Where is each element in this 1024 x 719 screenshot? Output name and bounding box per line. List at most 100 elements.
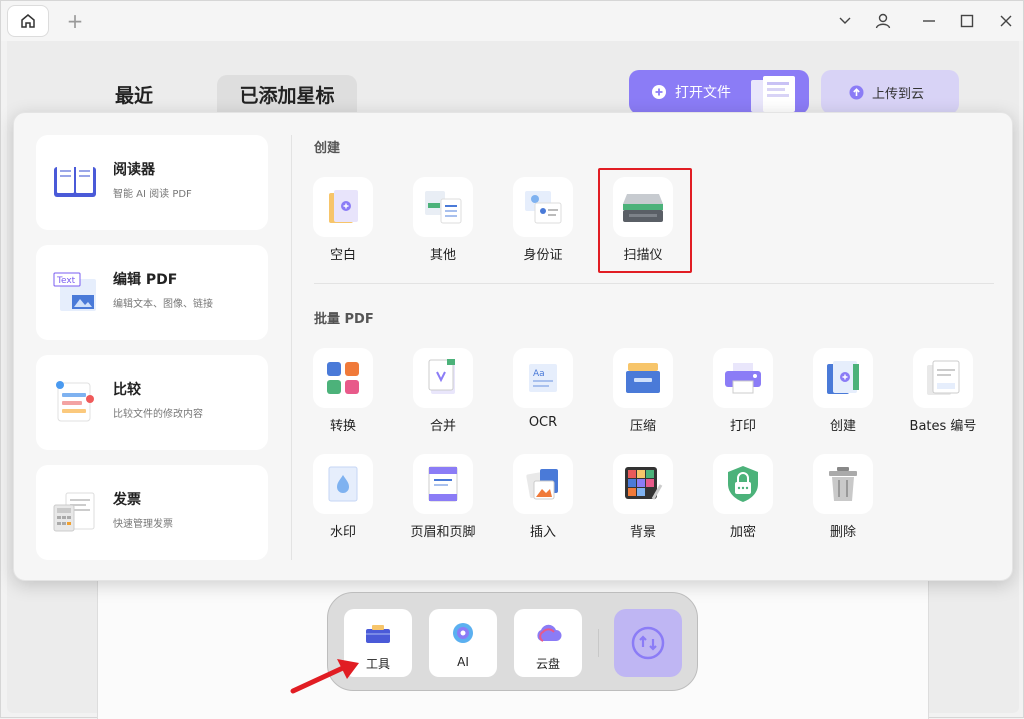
title-bar: + <box>1 1 1023 41</box>
open-file-button[interactable]: 打开文件 <box>629 70 809 114</box>
compress-icon <box>613 348 673 408</box>
background-palette-icon <box>613 454 673 514</box>
watermark-icon <box>313 454 373 514</box>
dock-label: 云盘 <box>535 657 560 671</box>
card-subtitle: 比较文件的修改内容 <box>113 409 203 420</box>
bottom-dock: 工具 AI 云盘 <box>327 592 698 691</box>
tool-label: 转换 <box>329 419 356 434</box>
tab-recent[interactable]: 最近 <box>115 75 153 117</box>
tool-encrypt[interactable]: 加密 <box>703 454 783 540</box>
edit-text-icon: Text <box>53 272 96 311</box>
home-icon <box>21 14 35 28</box>
section-batch-label: 批量 PDF <box>314 312 374 327</box>
toolbox-icon <box>366 625 390 643</box>
tool-ocr[interactable]: Aa OCR <box>503 348 583 430</box>
tool-delete[interactable]: 删除 <box>803 454 883 540</box>
card-title: 比较 <box>113 382 141 398</box>
other-docs-icon <box>413 177 473 237</box>
invoice-icon <box>53 492 95 532</box>
card-reader[interactable]: 阅读器 智能 AI 阅读 PDF <box>36 135 268 230</box>
tool-label: 合并 <box>429 419 456 434</box>
compare-icon <box>56 381 94 422</box>
tool-other[interactable]: 其他 <box>403 177 483 263</box>
tool-blank[interactable]: 空白 <box>303 177 383 263</box>
account-icon[interactable] <box>869 9 897 33</box>
plus-circle-icon <box>652 85 666 99</box>
tool-merge[interactable]: 合并 <box>403 348 483 434</box>
tool-print[interactable]: 打印 <box>703 348 783 434</box>
upload-cloud-label: 上传到云 <box>872 86 925 102</box>
tool-label: 水印 <box>329 525 356 540</box>
open-file-label: 打开文件 <box>675 85 731 101</box>
ai-orb-icon <box>453 623 473 643</box>
bates-number-icon <box>913 348 973 408</box>
tools-panel: 阅读器 智能 AI 阅读 PDF Text 编辑 PDF 编辑文本、图像、链接 <box>13 112 1013 581</box>
tool-bates[interactable]: Bates 编号 <box>903 348 983 434</box>
convert-icon <box>313 348 373 408</box>
tool-label: 页眉和页脚 <box>410 525 476 540</box>
trash-icon <box>813 454 873 514</box>
card-title: 阅读器 <box>113 162 155 178</box>
create-batch-icon <box>813 348 873 408</box>
minimize-icon[interactable] <box>915 9 943 33</box>
card-title: 发票 <box>113 492 141 508</box>
card-subtitle: 智能 AI 阅读 PDF <box>113 189 192 200</box>
tool-label: 删除 <box>829 525 856 540</box>
ocr-icon: Aa <box>513 348 573 408</box>
insert-icon <box>513 454 573 514</box>
tab-starred[interactable]: 已添加星标 <box>217 75 357 117</box>
edit-thumb-text: Text <box>56 276 76 286</box>
dock-label: AI <box>457 655 469 669</box>
card-edit-pdf[interactable]: Text 编辑 PDF 编辑文本、图像、链接 <box>36 245 268 340</box>
tool-header-footer[interactable]: 页眉和页脚 <box>403 454 483 540</box>
upload-icon <box>849 85 864 99</box>
tool-create-batch[interactable]: 创建 <box>803 348 883 434</box>
documents-illustration-icon <box>751 76 795 112</box>
blank-doc-icon <box>313 177 373 237</box>
tool-label: 压缩 <box>629 419 656 434</box>
id-card-icon <box>513 177 573 237</box>
red-arrow-annotation <box>290 659 359 694</box>
upload-cloud-button[interactable]: 上传到云 <box>821 70 959 114</box>
cloud-icon <box>537 624 562 642</box>
tool-watermark[interactable]: 水印 <box>303 454 383 540</box>
tool-label: 加密 <box>729 525 756 540</box>
tool-label: 创建 <box>829 419 856 434</box>
maximize-icon[interactable] <box>953 9 981 33</box>
tool-label: 空白 <box>329 248 356 263</box>
tool-background[interactable]: 背景 <box>603 454 683 540</box>
tool-label: 打印 <box>729 419 756 434</box>
tool-label: 插入 <box>529 525 556 540</box>
app-window: + 最近 已添加星标 打开文件 上传到云 阅读器 智能 AI 阅读 PDF Te… <box>0 0 1024 719</box>
section-create-label: 创建 <box>314 141 341 156</box>
dock-sync-button[interactable] <box>614 609 682 677</box>
chevron-down-icon[interactable] <box>831 9 859 33</box>
card-invoice[interactable]: 发票 快速管理发票 <box>36 465 268 560</box>
new-tab-button[interactable]: + <box>65 9 85 33</box>
card-title: 编辑 PDF <box>113 272 178 288</box>
tool-compress[interactable]: 压缩 <box>603 348 683 434</box>
card-compare[interactable]: 比较 比较文件的修改内容 <box>36 355 268 450</box>
shield-lock-icon <box>713 454 773 514</box>
close-icon[interactable] <box>992 9 1020 33</box>
header-footer-icon <box>413 454 473 514</box>
tool-label: Bates 编号 <box>909 419 977 434</box>
sync-icon <box>631 626 665 660</box>
dock-ai-button[interactable]: AI <box>429 609 497 677</box>
tool-label: OCR <box>528 415 558 430</box>
tool-id-card[interactable]: 身份证 <box>503 177 583 263</box>
dock-cloud-button[interactable]: 云盘 <box>514 609 582 677</box>
panel-divider <box>291 135 292 560</box>
tool-label: 背景 <box>629 525 656 540</box>
home-tab[interactable] <box>7 5 49 37</box>
tool-insert[interactable]: 插入 <box>503 454 583 540</box>
dock-separator <box>598 629 599 657</box>
tool-convert[interactable]: 转换 <box>303 348 383 434</box>
scanner-highlight-box <box>598 168 692 273</box>
card-subtitle: 编辑文本、图像、链接 <box>113 299 213 310</box>
svg-text:Aa: Aa <box>533 369 545 379</box>
merge-icon <box>413 348 473 408</box>
printer-icon <box>713 348 773 408</box>
book-icon <box>54 165 96 197</box>
tool-label: 其他 <box>429 248 456 263</box>
